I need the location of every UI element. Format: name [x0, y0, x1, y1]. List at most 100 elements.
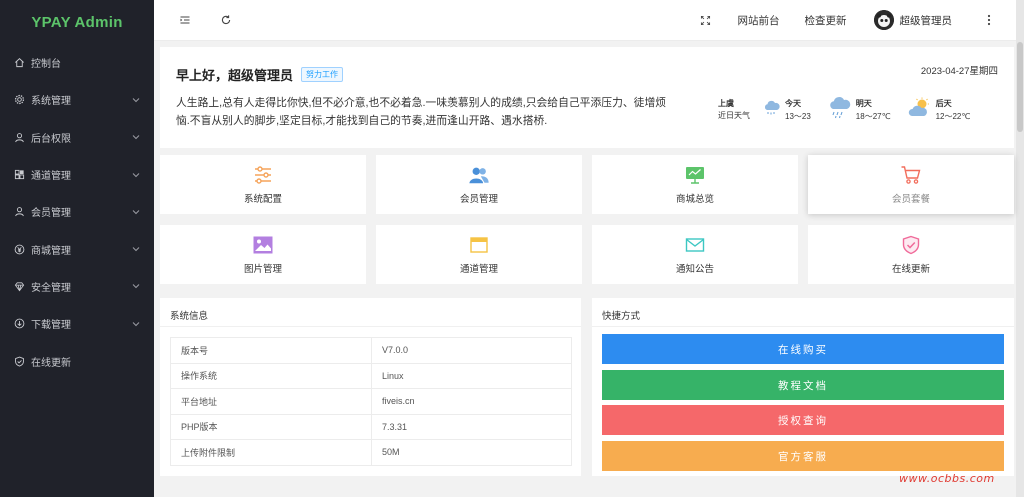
- greeting-text: 早上好，超级管理员: [176, 68, 294, 83]
- chevron-down-icon: [132, 245, 140, 253]
- home-icon: [13, 57, 25, 69]
- image-icon: [252, 235, 274, 255]
- menu-fold-icon[interactable]: [178, 13, 192, 27]
- mail-icon: [684, 235, 706, 255]
- sidebar-item-channel[interactable]: 通道管理: [0, 156, 154, 193]
- sidebar-item-label: 通道管理: [31, 171, 71, 183]
- table-row: PHP版本 7.3.31: [170, 413, 572, 440]
- tile-label: 通道管理: [459, 263, 498, 275]
- tile-system-config[interactable]: 系统配置: [160, 155, 366, 214]
- tile-image-manage[interactable]: 图片管理: [160, 225, 366, 284]
- table-cell-value: Linux: [371, 362, 572, 389]
- tile-label: 商城总览: [675, 193, 714, 205]
- tile-online-update[interactable]: 在线更新: [808, 225, 1014, 284]
- table-cell-key: 平台地址: [170, 388, 372, 415]
- tutorial-docs-button[interactable]: 教程文档: [602, 370, 1004, 400]
- weather-day-after-tomorrow: 后天 12～22℃: [907, 95, 971, 124]
- chevron-down-icon: [132, 133, 140, 141]
- table-row: 平台地址 fiveis.cn: [170, 388, 572, 415]
- status-badge: 努力工作: [301, 67, 344, 82]
- table-row: 上传附件限制 50M: [170, 439, 572, 466]
- tile-notice[interactable]: 通知公告: [592, 225, 798, 284]
- shortcuts-panel: 快捷方式 在线购买 教程文档 授权查询 官方客服: [592, 298, 1014, 476]
- more-vertical-icon[interactable]: [982, 13, 996, 27]
- table-cell-value: V7.0.0: [371, 337, 572, 364]
- table-cell-value: 7.3.31: [371, 413, 572, 440]
- users-icon: [468, 165, 490, 185]
- fullscreen-icon[interactable]: [699, 13, 713, 27]
- license-query-button[interactable]: 授权查询: [602, 405, 1004, 435]
- current-date: 2023-04-27星期四: [920, 66, 998, 77]
- table-cell-key: 上传附件限制: [170, 439, 372, 466]
- system-info-panel: 系统信息 版本号 V7.0.0 操作系统 Linux 平台地址 fiveis.cn P…: [160, 298, 581, 476]
- weather-day-name: 后天: [935, 98, 952, 108]
- user-menu[interactable]: 超级管理员: [873, 10, 953, 30]
- cart-icon: [900, 165, 922, 185]
- watermark-text: www.ocbbs.com: [899, 472, 995, 485]
- sidebar-item-members[interactable]: 会员管理: [0, 193, 154, 230]
- table-cell-value: fiveis.cn: [371, 388, 572, 415]
- weather-location: 上虞 近日天气: [718, 98, 750, 122]
- user-icon: [13, 206, 25, 218]
- shield-check-icon: [900, 235, 922, 255]
- buy-online-button[interactable]: 在线购买: [602, 334, 1004, 364]
- system-info-table: 版本号 V7.0.0 操作系统 Linux 平台地址 fiveis.cn PHP版本 7…: [170, 337, 572, 466]
- download-icon: [13, 318, 25, 330]
- weather-day-temp: 18～27℃: [855, 111, 891, 121]
- light-rain-icon: [762, 98, 782, 121]
- grid-icon: [13, 169, 25, 181]
- sidebar-item-label: 商城管理: [31, 245, 71, 257]
- weather-day-name: 今天: [785, 98, 801, 108]
- refresh-icon[interactable]: [219, 13, 233, 27]
- sidebar-item-label: 系统管理: [31, 96, 71, 108]
- sidebar-item-label: 安全管理: [31, 282, 71, 294]
- top-header: 网站前台 检查更新 超级管理员: [154, 0, 1016, 41]
- user-icon: [13, 131, 25, 143]
- table-row: 版本号 V7.0.0: [170, 337, 572, 364]
- divider: [160, 326, 581, 327]
- weather-widget: 上虞 近日天气 今天 13～23 明天 18～27℃ 后天 12～22℃: [718, 95, 986, 124]
- tile-label: 图片管理: [243, 263, 282, 275]
- weather-day-temp: 12～22℃: [935, 111, 971, 121]
- sidebar-item-mall[interactable]: 商城管理: [0, 230, 154, 267]
- shield-check-icon: [13, 355, 25, 367]
- check-update-link[interactable]: 检查更新: [805, 13, 847, 28]
- sidebar-item-label: 会员管理: [31, 208, 71, 220]
- window-icon: [468, 235, 490, 255]
- tile-member-package[interactable]: 会员套餐: [808, 155, 1014, 214]
- sliders-icon: [252, 165, 274, 185]
- chevron-down-icon: [132, 96, 140, 104]
- official-support-button[interactable]: 官方客服: [602, 441, 1004, 471]
- chevron-down-icon: [132, 320, 140, 328]
- weather-caption: 近日天气: [718, 110, 750, 120]
- tile-channel-manage[interactable]: 通道管理: [376, 225, 582, 284]
- sidebar-item-online-update[interactable]: 在线更新: [0, 342, 154, 379]
- sidebar-item-admin-auth[interactable]: 后台权限: [0, 119, 154, 156]
- scrollbar-thumb[interactable]: [1017, 42, 1023, 132]
- motto-text: 人生路上,总有人走得比你快,但不必介意,也不必着急.一味羡慕别人的成绩,只会给自…: [176, 97, 667, 127]
- tile-mall-overview[interactable]: 商城总览: [592, 155, 798, 214]
- welcome-card: 早上好，超级管理员 努力工作 2023-04-27星期四 人生路上,总有人走得比…: [160, 47, 1014, 148]
- avatar: [873, 10, 894, 30]
- weather-day-name: 明天: [855, 98, 872, 108]
- gear-icon: [13, 94, 25, 106]
- divider: [592, 326, 1014, 327]
- sidebar-item-security[interactable]: 安全管理: [0, 268, 154, 305]
- table-row: 操作系统 Linux: [170, 362, 572, 389]
- tile-member-manage[interactable]: 会员管理: [376, 155, 582, 214]
- sidebar-item-download[interactable]: 下载管理: [0, 305, 154, 342]
- sidebar-item-system[interactable]: 系统管理: [0, 81, 154, 118]
- partly-cloudy-icon: [907, 95, 933, 124]
- table-cell-key: PHP版本: [170, 413, 372, 440]
- sidebar-item-console[interactable]: 控制台: [0, 44, 154, 81]
- tile-label: 会员套餐: [891, 193, 930, 205]
- weather-day-tomorrow: 明天 18～27℃: [827, 95, 891, 124]
- sidebar-item-label: 在线更新: [31, 357, 71, 369]
- panel-title: 系统信息: [170, 311, 209, 322]
- brand-logo[interactable]: YPAY Admin: [0, 0, 154, 44]
- username: 超级管理员: [899, 14, 953, 27]
- weather-city: 上虞: [718, 98, 734, 108]
- site-front-link[interactable]: 网站前台: [738, 13, 780, 28]
- chevron-down-icon: [132, 282, 140, 290]
- tile-label: 系统配置: [243, 193, 282, 205]
